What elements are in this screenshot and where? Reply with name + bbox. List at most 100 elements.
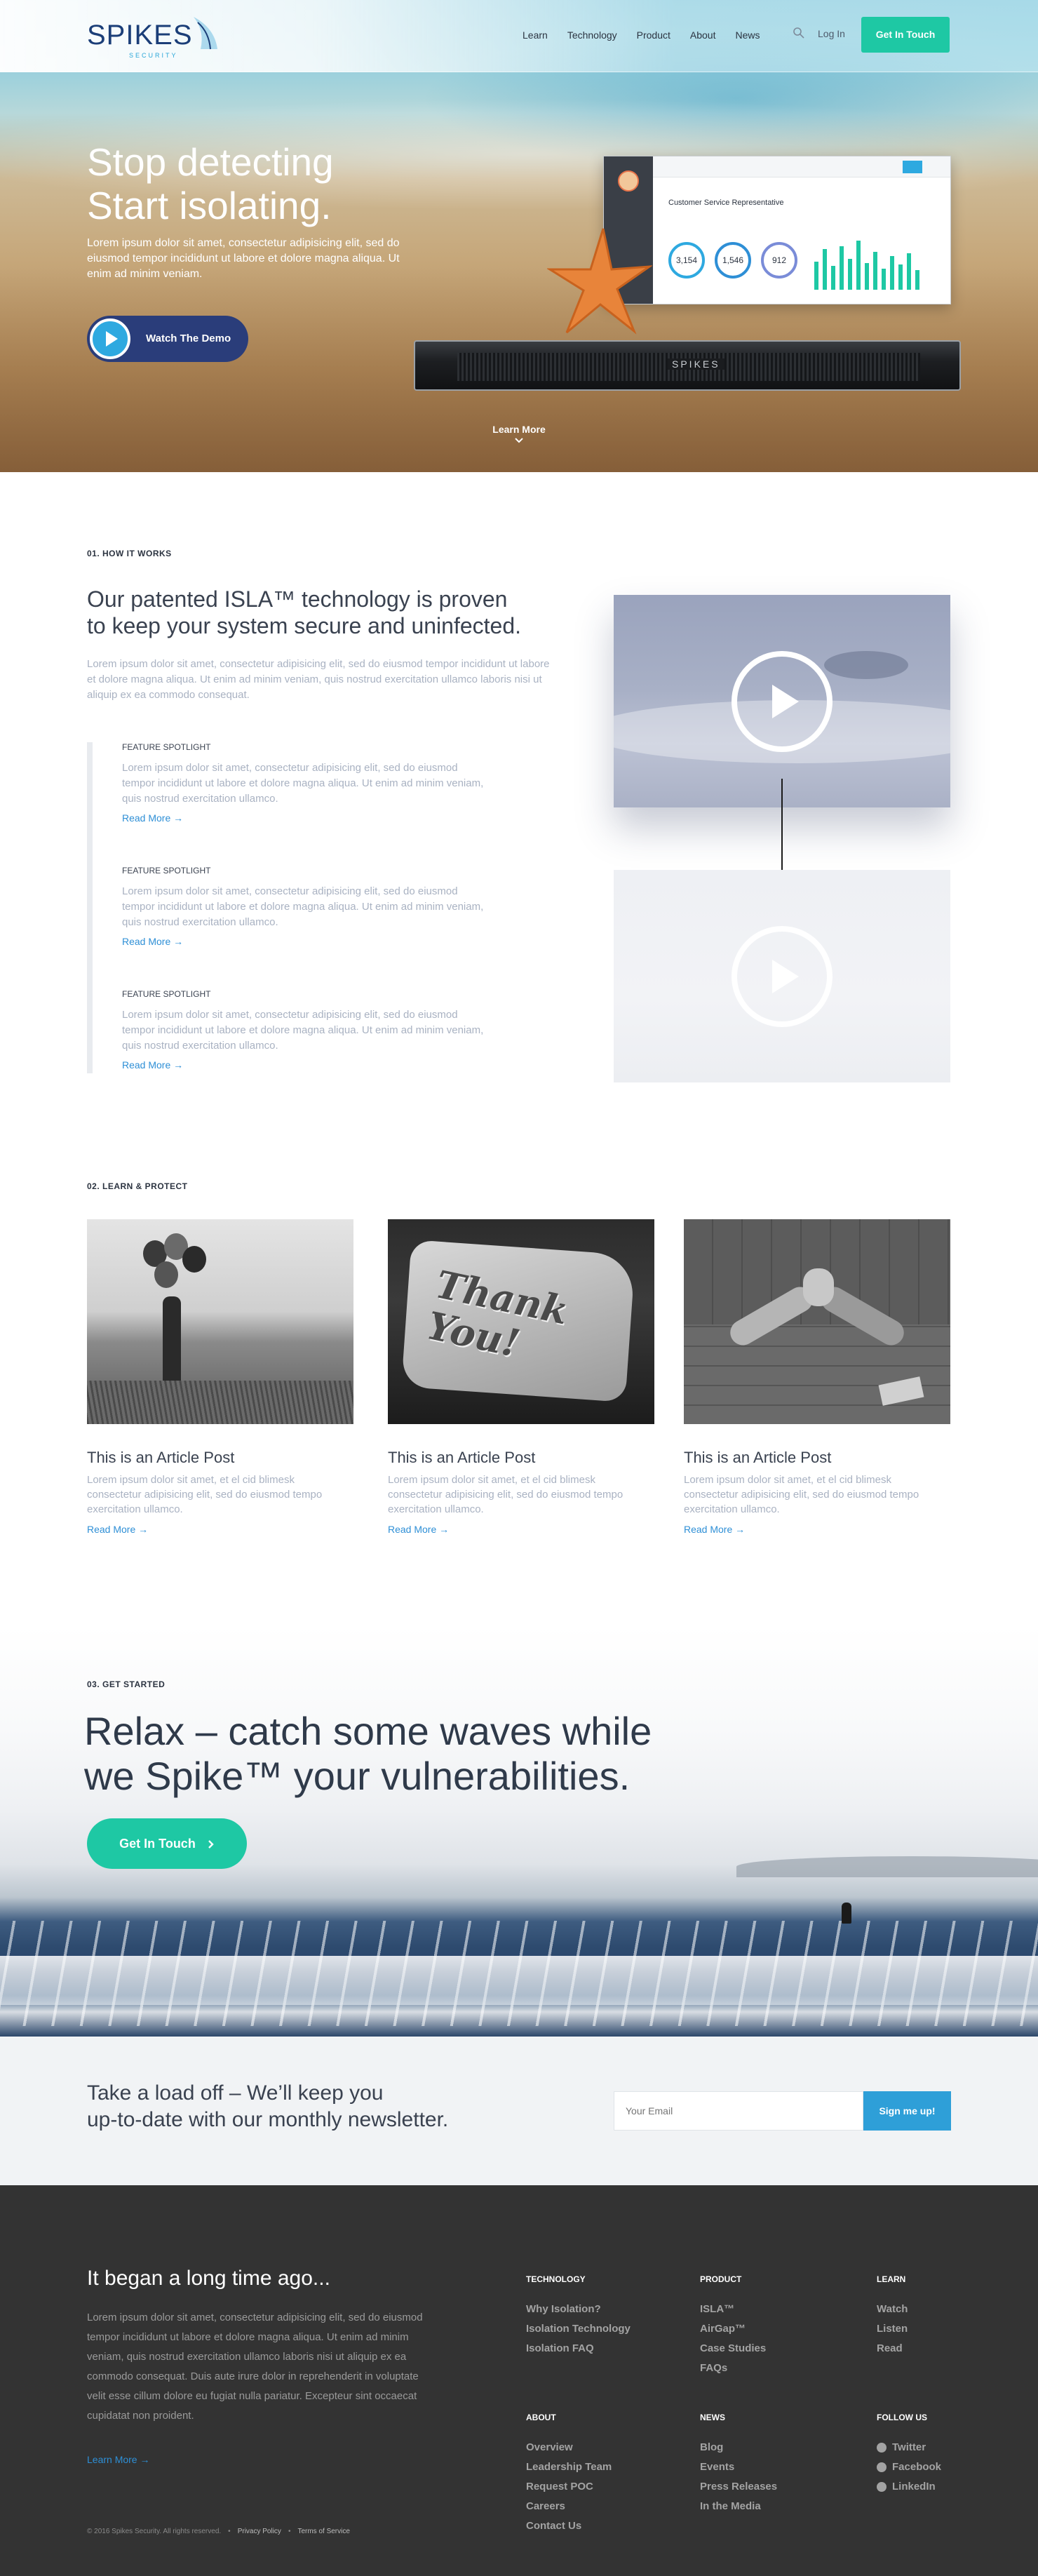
footer-col-heading: ABOUT xyxy=(526,2413,556,2422)
read-more-link[interactable]: Read More → xyxy=(87,1524,353,1535)
privacy-policy-link[interactable]: Privacy Policy xyxy=(238,2528,281,2535)
spotlight-heading: FEATURE SPOTLIGHT xyxy=(122,866,211,876)
feature-spotlight: FEATURE SPOTLIGHT Lorem ipsum dolor sit … xyxy=(122,989,487,1072)
footer-link[interactable]: Isolation FAQ xyxy=(526,2339,631,2359)
article-card[interactable]: This is an Article Post Lorem ipsum dolo… xyxy=(684,1219,950,1535)
terms-of-service-link[interactable]: Terms of Service xyxy=(297,2528,349,2535)
read-more-link[interactable]: Read More → xyxy=(122,1059,183,1071)
footer-link[interactable]: ISLA™ xyxy=(700,2300,766,2319)
nav-about[interactable]: About xyxy=(690,28,716,42)
footer-link[interactable]: Case Studies xyxy=(700,2339,766,2359)
footer-col-news: NEWS Blog Events Press Releases In the M… xyxy=(700,2413,777,2516)
footer-link[interactable]: Isolation Technology xyxy=(526,2319,631,2339)
learn-more-link[interactable]: Learn More xyxy=(449,424,589,446)
play-icon[interactable] xyxy=(730,925,834,1028)
footer-link[interactable]: Blog xyxy=(700,2438,777,2457)
section-title-line1: Relax – catch some waves while xyxy=(84,1709,652,1753)
feature-spotlight: FEATURE SPOTLIGHT Lorem ipsum dolor sit … xyxy=(122,866,487,948)
footer-col-heading: NEWS xyxy=(700,2413,725,2422)
dashboard-bar xyxy=(840,246,844,290)
play-icon xyxy=(90,318,130,359)
section-title: Our patented ISLA™ technology is proven … xyxy=(87,586,578,639)
play-icon[interactable] xyxy=(730,650,834,753)
footer-col-follow: FOLLOW US Twitter Facebook LinkedIn xyxy=(877,2413,941,2497)
separator: • xyxy=(228,2528,231,2535)
nav-news[interactable]: News xyxy=(735,28,760,42)
section-eyebrow: 02. LEARN & PROTECT xyxy=(87,1181,188,1191)
dashboard-stat: 1,546 xyxy=(715,242,751,279)
footer-link[interactable]: Overview xyxy=(526,2438,612,2457)
footer-link[interactable]: Events xyxy=(700,2457,777,2477)
article-title: This is an Article Post xyxy=(684,1449,832,1466)
surfer xyxy=(842,1903,851,1924)
distant-hills xyxy=(736,1856,1038,1877)
chevron-right-icon xyxy=(208,1840,214,1849)
chevron-down-icon xyxy=(515,438,523,443)
balloons-graphic xyxy=(136,1233,213,1296)
sail-logo-icon xyxy=(194,17,217,50)
clasped-hands xyxy=(803,1268,834,1306)
section-eyebrow: 03. GET STARTED xyxy=(87,1679,166,1689)
hero-title-line1: Stop detecting xyxy=(87,140,334,184)
footer-learn-more-link[interactable]: Learn More → xyxy=(87,2454,149,2465)
dashboard-bar xyxy=(814,262,818,290)
appliance-label: SPIKES xyxy=(668,358,724,370)
sign-up-button[interactable]: Sign me up! xyxy=(863,2091,951,2131)
article-image-thank-you: Thank You! xyxy=(388,1219,654,1424)
footer-link[interactable]: Press Releases xyxy=(700,2477,777,2497)
search-icon[interactable] xyxy=(793,27,805,43)
dashboard-topbar-button xyxy=(903,161,922,173)
facebook-label: Facebook xyxy=(892,2461,942,2473)
footer-link[interactable]: Contact Us xyxy=(526,2516,612,2536)
article-text: Lorem ipsum dolor sit amet, et el cid bl… xyxy=(87,1474,323,1515)
section-text: Lorem ipsum dolor sit amet, consectetur … xyxy=(87,658,550,701)
footer-col-learn: LEARN Watch Listen Read xyxy=(877,2274,908,2359)
footer-link[interactable]: AirGap™ xyxy=(700,2319,766,2339)
hero-text: Lorem ipsum dolor sit amet, consectetur … xyxy=(87,237,400,280)
nav-technology[interactable]: Technology xyxy=(567,28,617,42)
footer-col-heading: FOLLOW US xyxy=(877,2413,927,2422)
linkedin-label: LinkedIn xyxy=(892,2481,936,2493)
spikes-logo[interactable]: SPIKES SECURITY xyxy=(87,15,220,59)
footer-link[interactable]: Watch xyxy=(877,2300,908,2319)
spotlight-heading: FEATURE SPOTLIGHT xyxy=(122,742,211,752)
get-in-touch-button[interactable]: Get In Touch xyxy=(87,1818,247,1869)
footer-link[interactable]: Careers xyxy=(526,2497,612,2516)
footer-link[interactable]: In the Media xyxy=(700,2497,777,2516)
nav-learn[interactable]: Learn xyxy=(523,28,548,42)
section-title-line2: to keep your system secure and uninfecte… xyxy=(87,613,522,638)
footer-link[interactable]: FAQs xyxy=(700,2359,766,2378)
footer-link[interactable]: Read xyxy=(877,2339,908,2359)
linkedin-link[interactable]: LinkedIn xyxy=(877,2477,941,2497)
footer-col-product: PRODUCT ISLA™ AirGap™ Case Studies FAQs xyxy=(700,2274,766,2378)
footer-link[interactable]: Why Isolation? xyxy=(526,2300,631,2319)
login-link[interactable]: Log In xyxy=(818,28,845,39)
section-eyebrow: 01. HOW IT WORKS xyxy=(87,549,172,558)
watch-demo-button[interactable]: Watch The Demo xyxy=(87,316,248,362)
read-more-link[interactable]: Read More → xyxy=(122,812,183,824)
read-more-link[interactable]: Read More → xyxy=(684,1524,950,1535)
twitter-link[interactable]: Twitter xyxy=(877,2438,941,2457)
dashboard-bar xyxy=(831,266,835,290)
dashboard-bar xyxy=(848,259,852,290)
nav-product[interactable]: Product xyxy=(637,28,670,42)
read-more-link[interactable]: Read More → xyxy=(388,1524,654,1535)
article-card[interactable]: Thank You! This is an Article Post Lorem… xyxy=(388,1219,654,1535)
video-player[interactable] xyxy=(614,595,950,807)
dashboard-stat: 912 xyxy=(761,242,797,279)
get-in-touch-button[interactable]: Get In Touch xyxy=(861,17,950,53)
footer-link[interactable]: Request POC xyxy=(526,2477,612,2497)
footer-link[interactable]: Leadership Team xyxy=(526,2457,612,2477)
dashboard-bar xyxy=(856,241,861,290)
article-card[interactable]: This is an Article Post Lorem ipsum dolo… xyxy=(87,1219,353,1535)
wave-foam xyxy=(0,1956,1038,2005)
read-more-link[interactable]: Read More → xyxy=(122,936,183,947)
footer-legal: © 2016 Spikes Security. All rights reser… xyxy=(87,2528,350,2535)
twitter-icon xyxy=(877,2443,887,2453)
grass xyxy=(87,1381,353,1424)
email-input[interactable] xyxy=(614,2091,863,2131)
dashboard-bar xyxy=(898,264,903,290)
footer-link[interactable]: Listen xyxy=(877,2319,908,2339)
facebook-link[interactable]: Facebook xyxy=(877,2457,941,2477)
video-player-isolated[interactable] xyxy=(614,870,950,1082)
